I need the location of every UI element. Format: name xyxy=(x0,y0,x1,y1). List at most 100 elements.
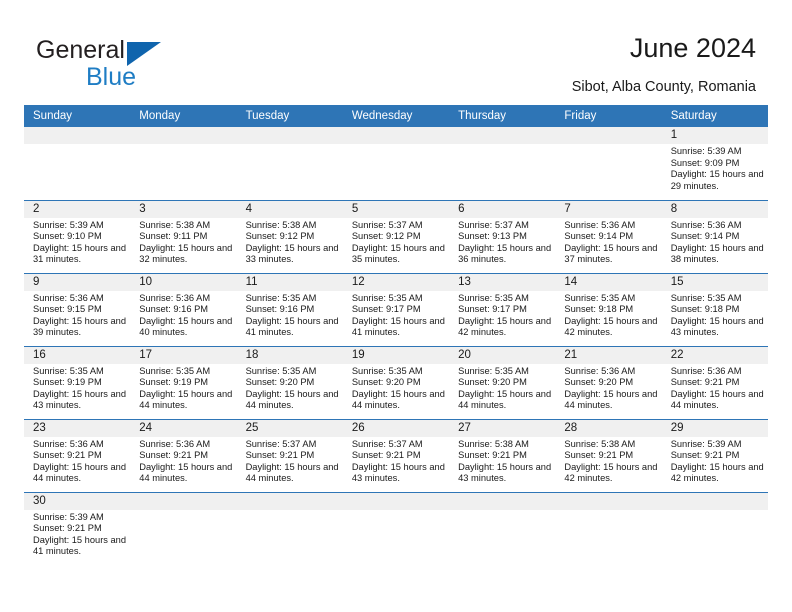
day-number: 17 xyxy=(130,346,237,364)
day-number: 26 xyxy=(342,419,450,437)
sunrise-time: Sunrise: 5:35 AM xyxy=(458,292,529,303)
daylight-duration: Daylight: 15 hours and 43 minutes. xyxy=(458,461,552,484)
sunset-time: Sunset: 9:20 PM xyxy=(458,377,527,388)
day-number: 18 xyxy=(236,346,343,364)
sunset-time: Sunset: 9:19 PM xyxy=(33,377,102,388)
calendar-day-cell[interactable]: 6 Sunrise: 5:37 AM Sunset: 9:13 PM Daylight… xyxy=(449,199,556,273)
day-number xyxy=(130,127,237,144)
page-subtitle-location: Sibot, Alba County, Romania xyxy=(571,79,756,95)
calendar-week-row: 9 Sunrise: 5:36 AM Sunset: 9:15 PM Daylight… xyxy=(24,272,768,346)
calendar-day-cell[interactable]: 16 Sunrise: 5:35 AM Sunset: 9:19 PM Dayligh… xyxy=(24,345,131,419)
day-number: 29 xyxy=(661,419,768,437)
day-details: Sunrise: 5:35 AM Sunset: 9:18 PM Daylight:… xyxy=(662,291,768,339)
sunrise-time: Sunrise: 5:38 AM xyxy=(139,219,211,230)
calendar-week-row: 16 Sunrise: 5:35 AM Sunset: 9:19 PM Dayligh… xyxy=(24,345,768,419)
weekday-header-wednesday: Wednesday xyxy=(342,105,450,127)
calendar-day-cell[interactable]: 14 Sunrise: 5:35 AM Sunset: 9:18 PM Dayligh… xyxy=(555,272,662,346)
calendar-week-row: 2 Sunrise: 5:39 AM Sunset: 9:10 PM Daylight… xyxy=(24,199,768,273)
sunrise-time: Sunrise: 5:36 AM xyxy=(139,438,211,449)
calendar-day-cell[interactable]: 17 Sunrise: 5:35 AM Sunset: 9:19 PM Dayligh… xyxy=(130,345,237,419)
calendar-day-cell[interactable]: 3 Sunrise: 5:38 AM Sunset: 9:11 PM Daylight… xyxy=(130,199,237,273)
sunrise-time: Sunrise: 5:39 AM xyxy=(33,219,104,230)
sunset-time: Sunset: 9:19 PM xyxy=(139,377,209,388)
daylight-duration: Daylight: 15 hours and 41 minutes. xyxy=(245,315,339,338)
daylight-duration: Daylight: 15 hours and 36 minutes. xyxy=(458,242,552,265)
day-details: Sunrise: 5:35 AM Sunset: 9:19 PM Daylight:… xyxy=(130,364,236,412)
calendar-day-cell[interactable]: 26 Sunrise: 5:37 AM Sunset: 9:21 PM Dayligh… xyxy=(342,418,450,492)
generalblue-logo[interactable]: General Blue xyxy=(36,38,216,94)
day-number: 9 xyxy=(24,273,131,291)
calendar-day-cell[interactable]: 27 Sunrise: 5:38 AM Sunset: 9:21 PM Dayligh… xyxy=(449,418,556,492)
sunset-time: Sunset: 9:09 PM xyxy=(670,157,740,168)
daylight-duration: Daylight: 15 hours and 42 minutes. xyxy=(564,461,658,484)
daylight-duration: Daylight: 15 hours and 42 minutes. xyxy=(670,461,764,484)
sunrise-time: Sunrise: 5:37 AM xyxy=(351,219,423,230)
day-details: Sunrise: 5:39 AM Sunset: 9:10 PM Daylight:… xyxy=(24,218,130,266)
sunrise-time: Sunrise: 5:36 AM xyxy=(564,365,636,376)
daylight-duration: Daylight: 15 hours and 42 minutes. xyxy=(458,315,552,338)
calendar-day-cell[interactable]: 4 Sunrise: 5:38 AM Sunset: 9:12 PM Daylight… xyxy=(236,199,343,273)
calendar-day-cell[interactable]: 28 Sunrise: 5:38 AM Sunset: 9:21 PM Dayligh… xyxy=(555,418,662,492)
daylight-duration: Daylight: 15 hours and 35 minutes. xyxy=(351,242,445,265)
daylight-duration: Daylight: 15 hours and 41 minutes. xyxy=(351,315,445,338)
calendar-day-cell[interactable]: 12 Sunrise: 5:35 AM Sunset: 9:17 PM Dayligh… xyxy=(342,272,450,346)
sunset-time: Sunset: 9:12 PM xyxy=(351,231,421,242)
calendar-day-cell[interactable]: 8 Sunrise: 5:36 AM Sunset: 9:14 PM Daylight… xyxy=(661,199,768,273)
daylight-duration: Daylight: 15 hours and 31 minutes. xyxy=(33,242,127,265)
daylight-duration: Daylight: 15 hours and 44 minutes. xyxy=(351,388,445,411)
daylight-duration: Daylight: 15 hours and 44 minutes. xyxy=(245,388,339,411)
logo-text-blue: Blue xyxy=(86,63,137,91)
day-number: 24 xyxy=(130,419,237,437)
day-number xyxy=(342,492,450,510)
calendar-day-cell[interactable]: 7 Sunrise: 5:36 AM Sunset: 9:14 PM Daylight… xyxy=(555,199,662,273)
sunrise-sunset-calendar-table: Sunday Monday Tuesday Wednesday Thursday… xyxy=(24,105,768,565)
calendar-day-cell[interactable]: 13 Sunrise: 5:35 AM Sunset: 9:17 PM Dayligh… xyxy=(449,272,556,346)
day-number xyxy=(449,492,556,510)
day-details: Sunrise: 5:35 AM Sunset: 9:20 PM Daylight:… xyxy=(237,364,343,412)
day-number: 21 xyxy=(555,346,662,364)
day-number: 28 xyxy=(555,419,662,437)
calendar-day-cell[interactable]: 18 Sunrise: 5:35 AM Sunset: 9:20 PM Dayligh… xyxy=(236,345,343,419)
weekday-header-thursday: Thursday xyxy=(449,105,556,127)
calendar-day-cell[interactable]: 19 Sunrise: 5:35 AM Sunset: 9:20 PM Dayligh… xyxy=(342,345,450,419)
day-details: Sunrise: 5:35 AM Sunset: 9:20 PM Daylight:… xyxy=(343,364,449,412)
day-number: 16 xyxy=(24,346,131,364)
day-number: 15 xyxy=(661,273,768,291)
calendar-day-cell[interactable]: 11 Sunrise: 5:35 AM Sunset: 9:16 PM Dayligh… xyxy=(236,272,343,346)
day-details: Sunrise: 5:37 AM Sunset: 9:21 PM Daylight:… xyxy=(343,437,449,485)
daylight-duration: Daylight: 15 hours and 44 minutes. xyxy=(564,388,658,411)
daylight-duration: Daylight: 15 hours and 32 minutes. xyxy=(139,242,233,265)
calendar-day-cell[interactable]: 22 Sunrise: 5:36 AM Sunset: 9:21 PM Dayligh… xyxy=(661,345,768,419)
calendar-day-cell[interactable]: 20 Sunrise: 5:35 AM Sunset: 9:20 PM Dayligh… xyxy=(449,345,556,419)
daylight-duration: Daylight: 15 hours and 37 minutes. xyxy=(564,242,658,265)
calendar-day-cell[interactable]: 5 Sunrise: 5:37 AM Sunset: 9:12 PM Daylight… xyxy=(342,199,450,273)
calendar-day-cell[interactable]: 24 Sunrise: 5:36 AM Sunset: 9:21 PM Dayligh… xyxy=(130,418,237,492)
day-number xyxy=(555,127,662,144)
calendar-day-cell[interactable]: 21 Sunrise: 5:36 AM Sunset: 9:20 PM Dayligh… xyxy=(555,345,662,419)
sunset-time: Sunset: 9:15 PM xyxy=(33,304,102,315)
calendar-day-cell[interactable]: 10 Sunrise: 5:36 AM Sunset: 9:16 PM Dayligh… xyxy=(130,272,237,346)
sunrise-time: Sunrise: 5:38 AM xyxy=(245,219,317,230)
day-number xyxy=(342,127,450,144)
sunset-time: Sunset: 9:21 PM xyxy=(351,450,421,461)
calendar-day-cell[interactable]: 23 Sunrise: 5:36 AM Sunset: 9:21 PM Dayligh… xyxy=(24,418,131,492)
daylight-duration: Daylight: 15 hours and 44 minutes. xyxy=(33,461,127,484)
calendar-day-cell-empty xyxy=(236,491,343,565)
calendar-day-cell[interactable]: 1 Sunrise: 5:39 AM Sunset: 9:09 PM Daylight… xyxy=(661,127,768,200)
day-details: Sunrise: 5:36 AM Sunset: 9:21 PM Daylight:… xyxy=(662,364,768,412)
sunset-time: Sunset: 9:11 PM xyxy=(139,231,208,242)
sunrise-time: Sunrise: 5:36 AM xyxy=(33,292,104,303)
calendar-day-cell[interactable]: 25 Sunrise: 5:37 AM Sunset: 9:21 PM Dayligh… xyxy=(236,418,343,492)
day-number xyxy=(449,127,556,144)
day-details: Sunrise: 5:37 AM Sunset: 9:13 PM Daylight:… xyxy=(449,218,555,266)
calendar-day-cell[interactable]: 9 Sunrise: 5:36 AM Sunset: 9:15 PM Daylight… xyxy=(24,272,131,346)
calendar-day-cell[interactable]: 30 Sunrise: 5:39 AM Sunset: 9:21 PM Dayligh… xyxy=(24,491,131,565)
daylight-duration: Daylight: 15 hours and 44 minutes. xyxy=(139,388,233,411)
calendar-day-cell[interactable]: 29 Sunrise: 5:39 AM Sunset: 9:21 PM Dayligh… xyxy=(661,418,768,492)
sunrise-time: Sunrise: 5:35 AM xyxy=(564,292,636,303)
calendar-day-cell[interactable]: 2 Sunrise: 5:39 AM Sunset: 9:10 PM Daylight… xyxy=(24,199,131,273)
day-details: Sunrise: 5:35 AM Sunset: 9:19 PM Daylight:… xyxy=(24,364,130,412)
day-number: 20 xyxy=(449,346,556,364)
calendar-day-cell[interactable]: 15 Sunrise: 5:35 AM Sunset: 9:18 PM Dayligh… xyxy=(661,272,768,346)
sunrise-time: Sunrise: 5:36 AM xyxy=(670,365,742,376)
